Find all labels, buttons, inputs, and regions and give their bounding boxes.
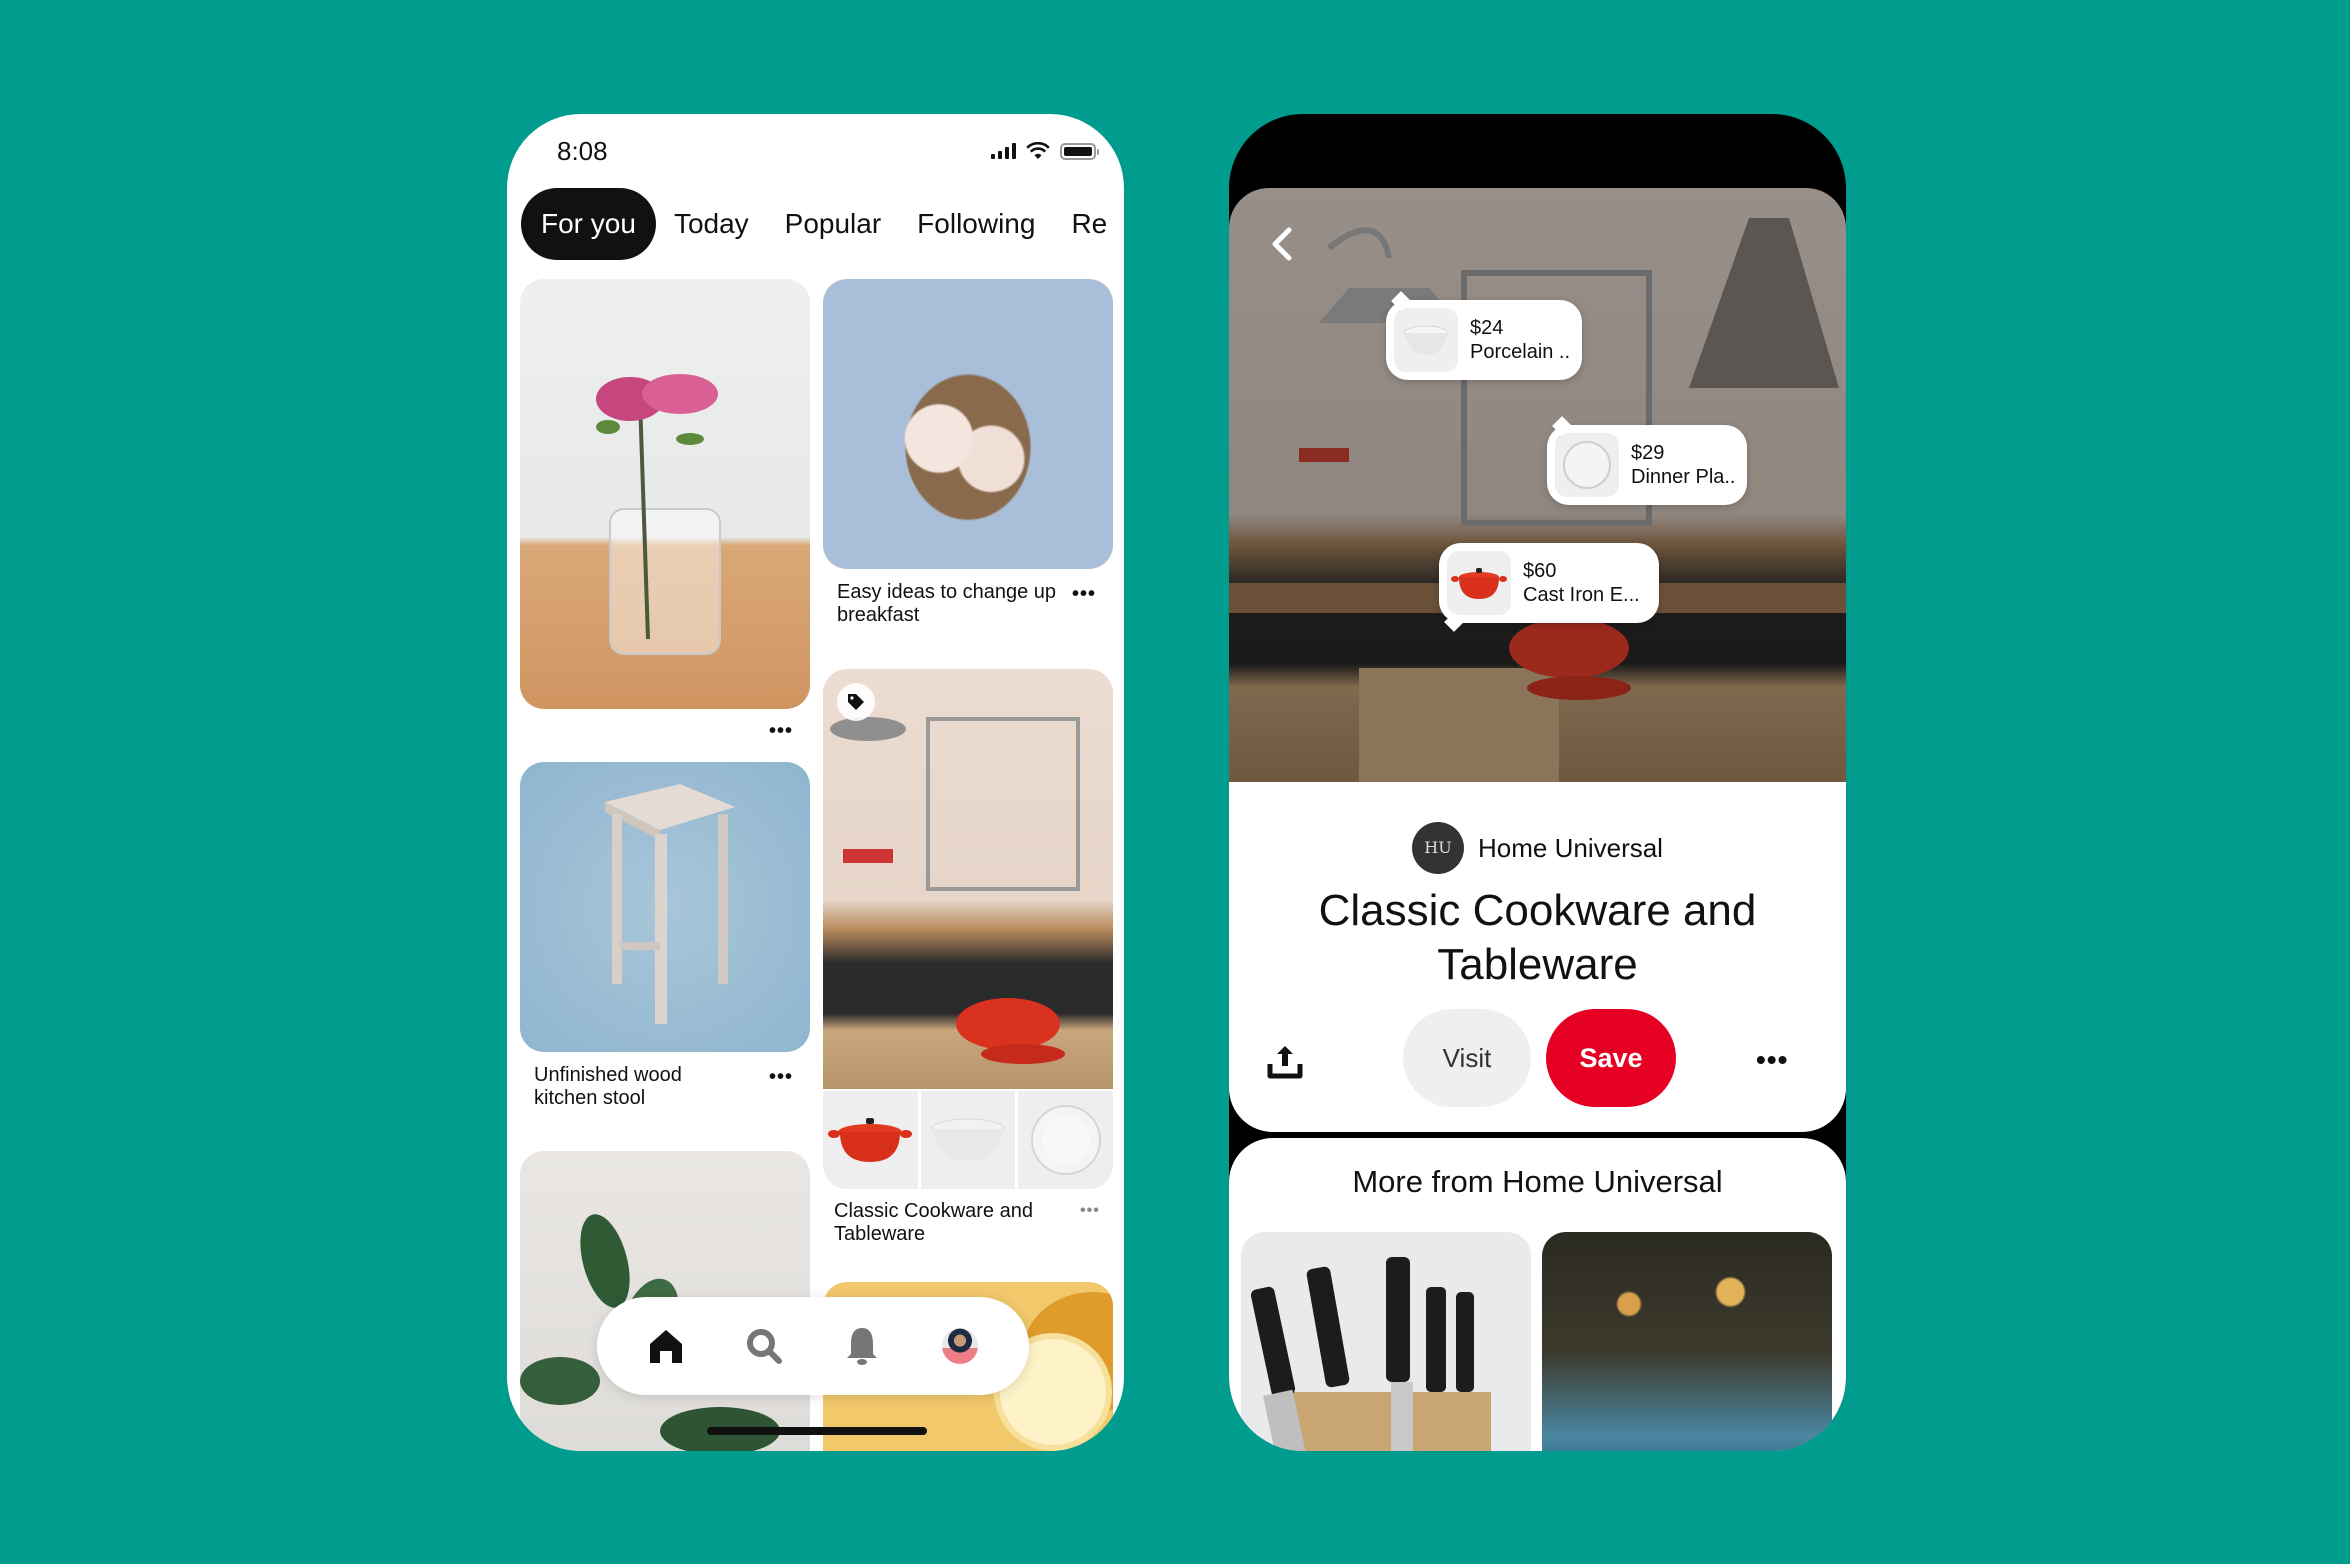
product-price: $29	[1631, 442, 1665, 464]
bottom-nav	[597, 1297, 1029, 1395]
status-time: 8:08	[557, 136, 608, 166]
pin-closeup-phone: $24 Porcelain .. $29 Dinner Pla.. $60 Ca…	[1229, 114, 1846, 1451]
pin-kitchen[interactable]	[823, 669, 1113, 1189]
pin-more-button[interactable]: •••	[1080, 1203, 1100, 1219]
pin-knife-block[interactable]	[1241, 1232, 1531, 1451]
wood-stool-image	[605, 784, 735, 1024]
avatar	[942, 1328, 978, 1364]
tab-today[interactable]: Today	[656, 188, 767, 260]
creator-logo: HU	[1412, 822, 1465, 874]
pin-title: Classic Cookware and Tableware	[1318, 886, 1757, 989]
back-chevron-icon[interactable]	[1265, 224, 1301, 264]
pin-title: Easy ideas to change up breakfast	[837, 581, 1057, 626]
nav-home[interactable]	[642, 1322, 690, 1370]
product-thumb-plate[interactable]	[1018, 1091, 1113, 1189]
pin-title: Classic Cookware and Tableware	[834, 1200, 1033, 1245]
tab-popular[interactable]: Popular	[767, 188, 900, 260]
bell-icon	[847, 1328, 877, 1365]
product-thumb	[1447, 551, 1511, 615]
nav-profile[interactable]	[936, 1322, 984, 1370]
product-thumb-bowl[interactable]	[920, 1091, 1016, 1189]
creator-info[interactable]: HU Home Universal	[1229, 822, 1846, 874]
home-indicator	[707, 1427, 927, 1435]
bowl-icon	[1403, 325, 1449, 355]
wifi-icon	[1026, 142, 1050, 159]
product-tag-dutch-oven[interactable]: $60 Cast Iron E...	[1439, 543, 1659, 623]
pin-more-button[interactable]: •••	[769, 721, 793, 741]
nav-search[interactable]	[740, 1322, 788, 1370]
home-icon	[650, 1330, 682, 1363]
product-thumb	[1555, 433, 1619, 497]
search-icon	[747, 1329, 782, 1364]
flowers-in-jar-image	[596, 374, 721, 655]
pin-more-button[interactable]: •••	[1072, 584, 1096, 604]
product-price: $24	[1470, 317, 1504, 339]
pin-wood-stool[interactable]	[520, 762, 810, 1052]
product-tag-plate[interactable]: $29 Dinner Pla..	[1547, 425, 1747, 505]
product-thumb	[1394, 308, 1458, 372]
pin-hero-image[interactable]: $24 Porcelain .. $29 Dinner Pla.. $60 Ca…	[1229, 188, 1846, 782]
dutch-oven-icon	[1451, 568, 1507, 599]
dutch-oven-icon	[828, 1118, 913, 1162]
save-button[interactable]: Save	[1546, 1009, 1676, 1107]
tab-following[interactable]: Following	[899, 188, 1053, 260]
kitchen-scene	[1229, 218, 1846, 782]
bowl-icon	[931, 1118, 1005, 1161]
pin-detail-card: HU Home Universal Classic Cookware and T…	[1229, 782, 1846, 1132]
creator-logo-text: HU	[1424, 838, 1452, 857]
product-thumbnails	[823, 1091, 1113, 1189]
tab-re[interactable]: Re	[1053, 188, 1124, 260]
pin-candlelit-table[interactable]	[1542, 1232, 1832, 1451]
plate-icon	[1563, 441, 1611, 489]
product-name: Cast Iron E...	[1523, 584, 1640, 606]
nav-notifications[interactable]	[838, 1322, 886, 1370]
signal-icon	[991, 143, 1016, 159]
product-thumb-dutch-oven[interactable]	[823, 1091, 918, 1189]
product-price: $60	[1523, 560, 1557, 582]
tab-for-you[interactable]: For you	[521, 188, 656, 260]
more-from-title: More from Home Universal	[1352, 1164, 1723, 1199]
status-icons	[991, 142, 1099, 160]
pin-fig-toast[interactable]	[823, 279, 1113, 569]
battery-icon	[1060, 142, 1099, 160]
pin-flowers-in-jar[interactable]	[520, 279, 810, 709]
more-from-section: More from Home Universal	[1229, 1138, 1846, 1451]
product-tag-bowl[interactable]: $24 Porcelain ..	[1386, 300, 1582, 380]
product-name: Porcelain ..	[1470, 341, 1571, 363]
creator-name[interactable]: Home Universal	[1478, 833, 1663, 864]
feed-tabs: For you Today Popular Following Re	[521, 188, 1124, 260]
knife-block-image	[1250, 1257, 1491, 1451]
kitchen-image	[823, 669, 1113, 1089]
visit-button[interactable]: Visit	[1403, 1009, 1531, 1107]
product-tag-icon[interactable]	[837, 683, 875, 721]
more-options-button[interactable]: •••	[1756, 1044, 1788, 1076]
home-feed-phone: 8:08 For you Today Popular Following Re …	[507, 114, 1124, 1451]
product-name: Dinner Pla..	[1631, 466, 1736, 488]
pin-more-button[interactable]: •••	[769, 1067, 793, 1087]
share-icon[interactable]	[1265, 1042, 1305, 1082]
plate-icon	[1030, 1105, 1101, 1175]
pin-title: Unfinished wood kitchen stool	[534, 1064, 682, 1109]
